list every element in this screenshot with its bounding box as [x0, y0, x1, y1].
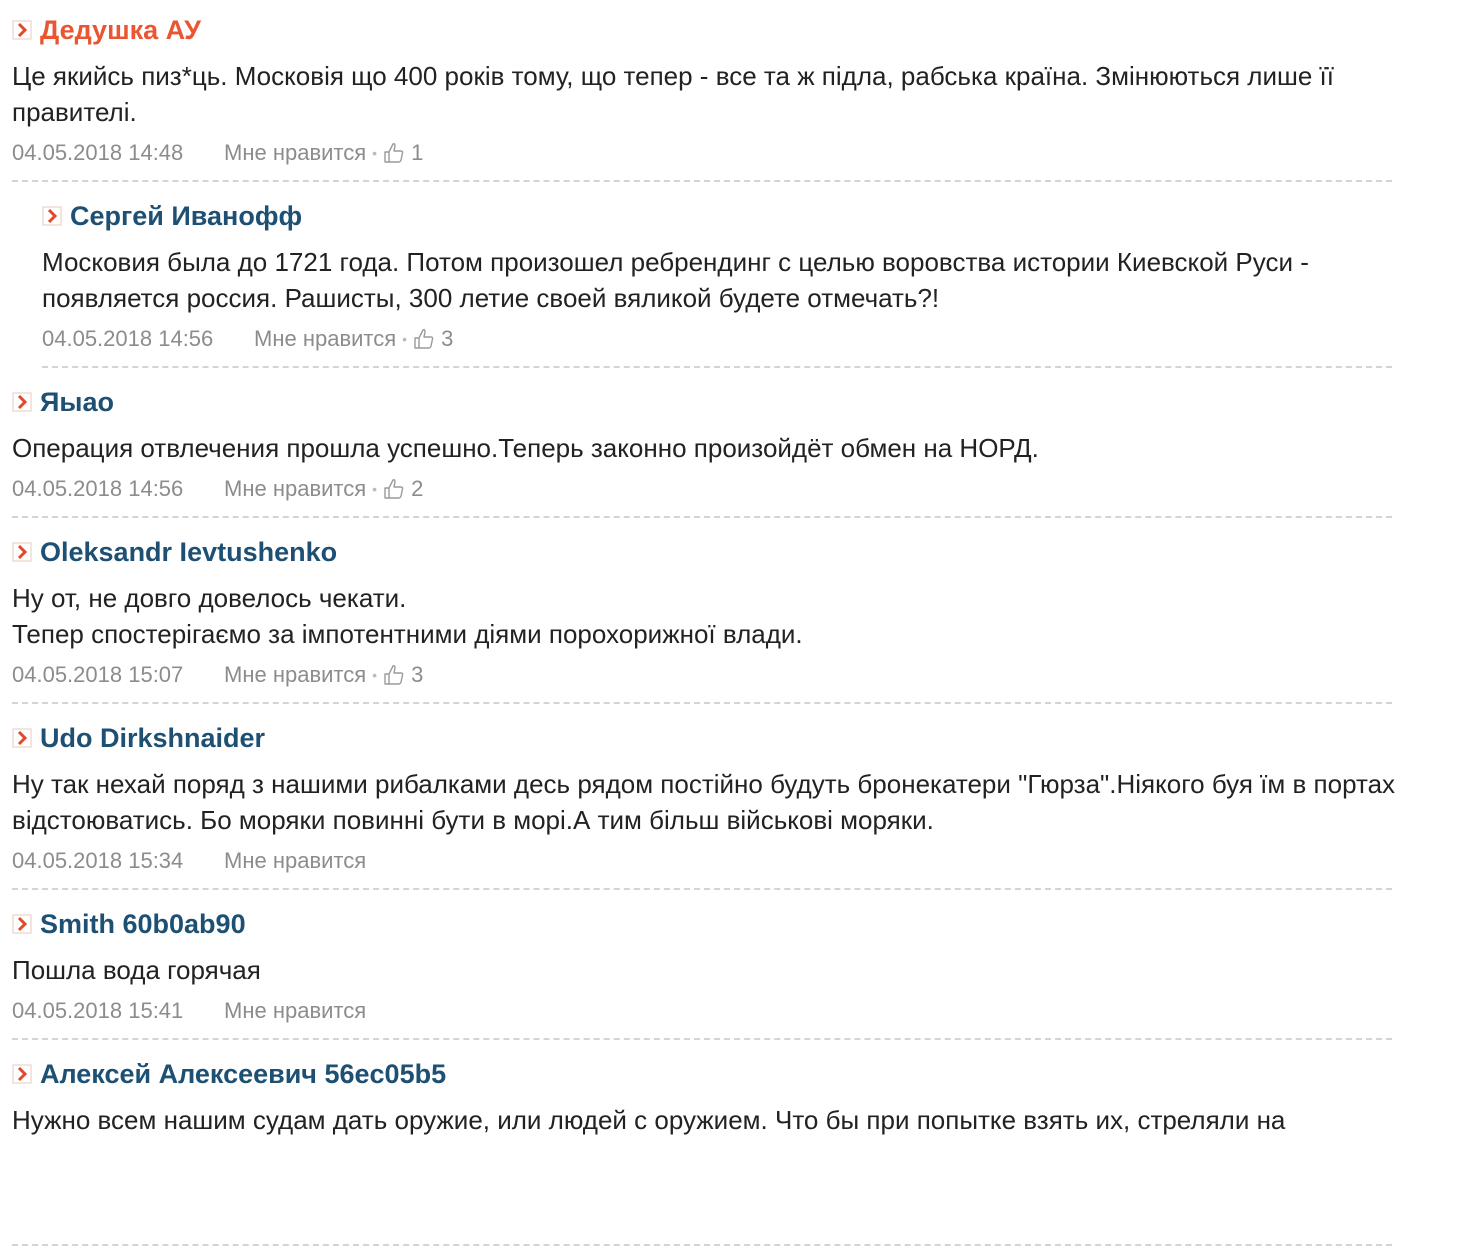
comment-author-link[interactable]: Яыао [12, 386, 114, 418]
comment: Дедушка АУ Це якийсь пиз*ць. Московія що … [12, 0, 1392, 182]
thumbs-up-icon [383, 478, 405, 500]
separator-dot: • [372, 667, 378, 683]
comment-author-link[interactable]: Smith 60b0ab90 [12, 908, 246, 940]
chevron-right-icon [12, 20, 32, 40]
comment-text: Пошла вода горячая [12, 955, 261, 985]
comment-date: 04.05.2018 15:07 [12, 662, 184, 687]
chevron-right-icon [12, 392, 32, 412]
comment-meta: 04.05.2018 15:34 Мне нравится [12, 846, 366, 876]
comment: Smith 60b0ab90 Пошла вода горячая 04.05.20… [12, 894, 1392, 1040]
comment-author-link[interactable]: Udo Dirkshnaider [12, 722, 265, 754]
thumbs-up-icon [413, 328, 435, 350]
like-button[interactable]: Мне нравится [224, 848, 366, 874]
chevron-right-icon [12, 542, 32, 562]
comment-meta: 04.05.2018 15:41 Мне нравится [12, 996, 366, 1026]
like-button[interactable]: Мне нравится [224, 476, 366, 502]
thumbs-up-icon [383, 142, 405, 164]
comment-meta: 04.05.2018 14:56 Мне нравится • 3 [42, 324, 453, 354]
chevron-right-icon [12, 1064, 32, 1084]
like-button[interactable]: Мне нравится [224, 140, 366, 166]
like-count: 1 [411, 140, 424, 165]
chevron-right-icon [12, 914, 32, 934]
separator-dot: • [372, 481, 378, 497]
comment-text: Це якийсь пиз*ць. Московія що 400 років … [12, 61, 1334, 127]
comment-author-name: Сергей Иванофф [70, 200, 303, 231]
separator-dot: • [372, 145, 378, 161]
comment-date: 04.05.2018 14:56 [42, 326, 214, 351]
like-count: 3 [441, 326, 454, 351]
comment-text: Нужно всем нашим судам дать оружие, или … [12, 1105, 1286, 1135]
comment-text: Ну так нехай поряд з нашими рибалками де… [12, 769, 1396, 835]
like-button[interactable]: Мне нравится [254, 326, 396, 352]
comment: Яыао Операция отвлечения прошла успешно.Т… [12, 372, 1392, 518]
comment-author-name: Smith 60b0ab90 [40, 908, 246, 939]
comment-text: Операция отвлечения прошла успешно.Тепер… [12, 433, 1039, 463]
comment-author-link[interactable]: Дедушка АУ [12, 14, 201, 46]
comment-meta: 04.05.2018 14:48 Мне нравится • 1 [12, 138, 423, 168]
comment-text: Ну от, не довго довелось чекати. Тепер с… [12, 583, 803, 649]
comment-reply: Сергей Иванофф Московия была до 1721 года… [42, 186, 1392, 368]
comment: Udo Dirkshnaider Ну так нехай поряд з наш… [12, 708, 1395, 890]
comment-date: 04.05.2018 15:41 [12, 998, 184, 1023]
comment-author-name: Дедушка АУ [40, 14, 201, 45]
thumbs-up-icon [383, 664, 405, 686]
chevron-right-icon [12, 728, 32, 748]
comment-date: 04.05.2018 14:56 [12, 476, 184, 501]
comment-author-name: Udo Dirkshnaider [40, 722, 266, 753]
chevron-right-icon [42, 206, 62, 226]
comment-date: 04.05.2018 14:48 [12, 140, 184, 165]
comment-author-name: Яыао [40, 386, 114, 417]
comment-author-name: Oleksandr Ievtushenko [40, 536, 338, 567]
comment-author-name: Алексей Алексеевич 56ec05b5 [40, 1058, 447, 1089]
comment-meta: 04.05.2018 14:56 Мне нравится • 2 [12, 474, 423, 504]
comment-date: 04.05.2018 15:34 [12, 848, 184, 873]
comment-text: Московия была до 1721 года. Потом произо… [42, 247, 1309, 313]
comment-meta: 04.05.2018 15:07 Мне нравится • 3 [12, 660, 423, 690]
comment: Алексей Алексеевич 56ec05b5 Нужно всем на… [12, 1044, 1392, 1246]
comment-author-link[interactable]: Oleksandr Ievtushenko [12, 536, 337, 568]
like-count: 3 [411, 662, 424, 687]
like-button[interactable]: Мне нравится [224, 662, 366, 688]
separator-dot: • [402, 331, 408, 347]
like-button[interactable]: Мне нравится [224, 998, 366, 1024]
like-count: 2 [411, 476, 424, 501]
comment-author-link[interactable]: Сергей Иванофф [42, 200, 302, 232]
comment-author-link[interactable]: Алексей Алексеевич 56ec05b5 [12, 1058, 446, 1090]
comment: Oleksandr Ievtushenko Ну от, не довго дов… [12, 522, 1392, 704]
